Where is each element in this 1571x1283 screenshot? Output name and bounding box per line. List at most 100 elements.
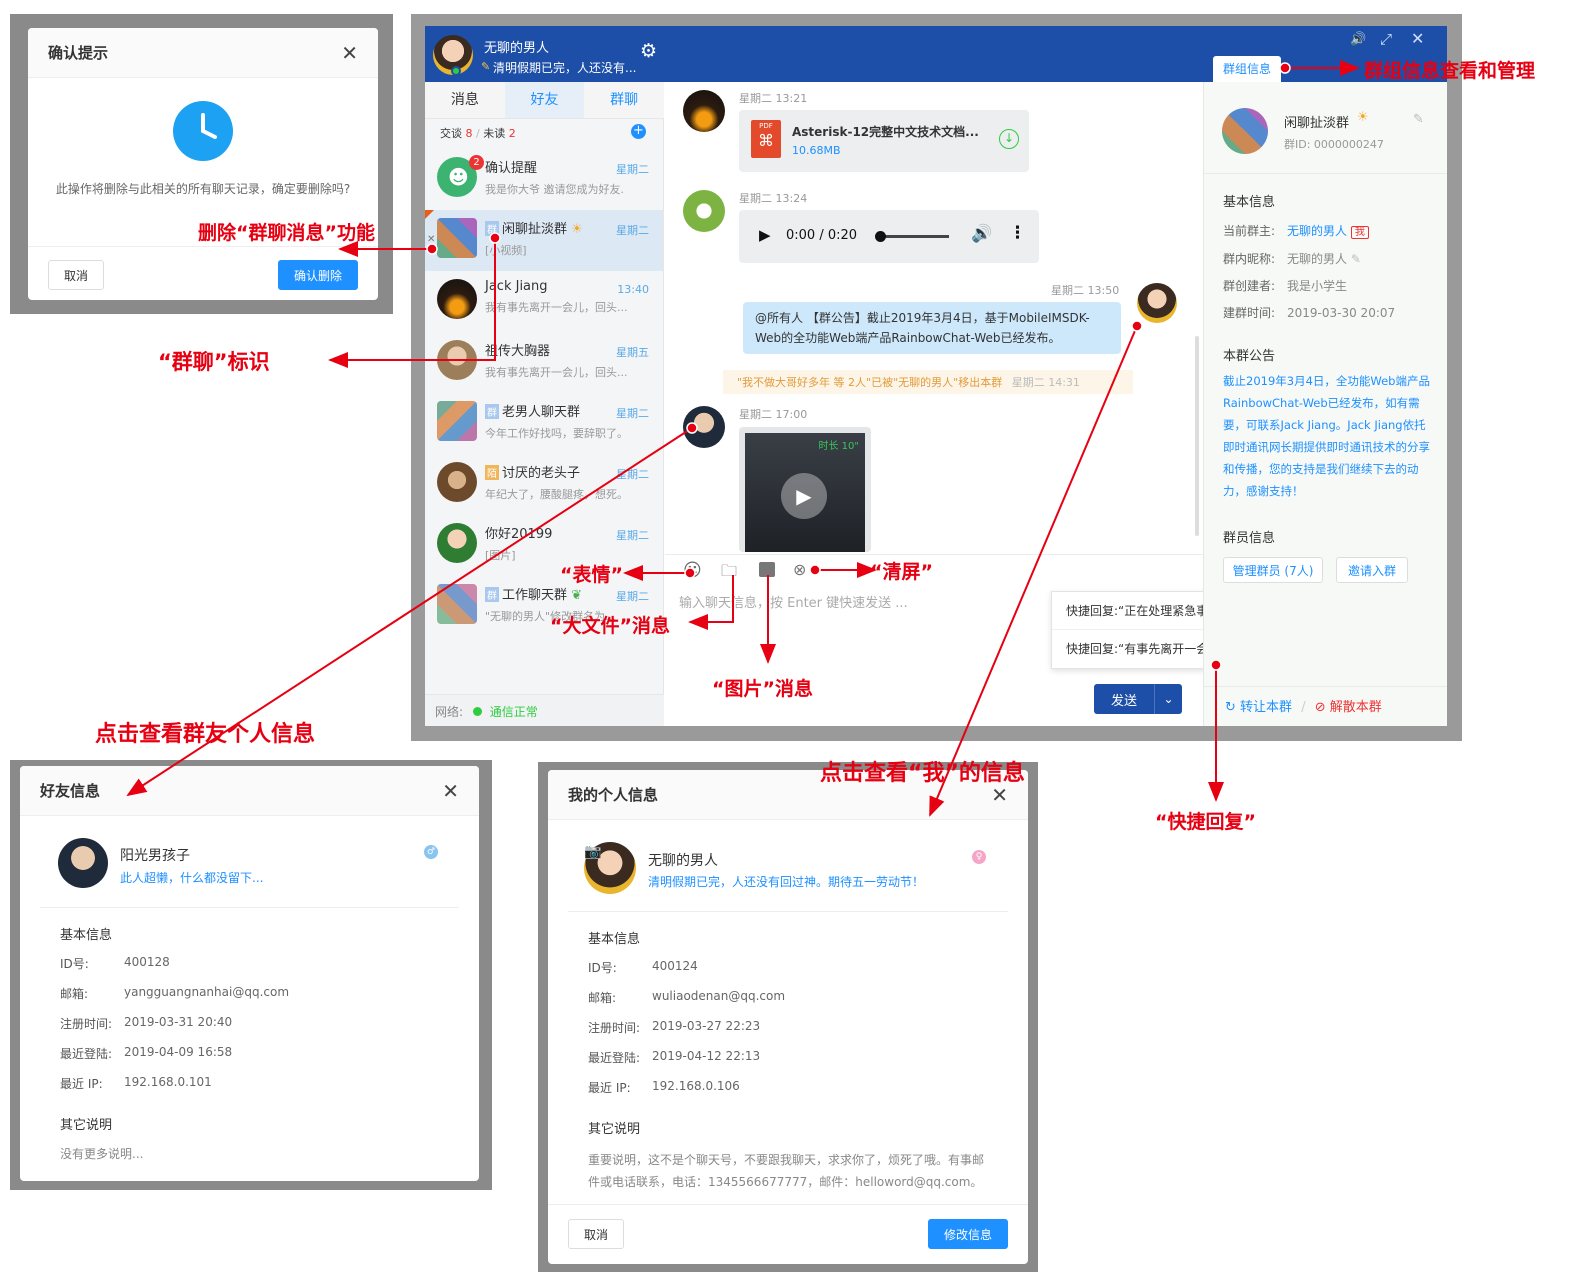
tab-messages[interactable]: 消息 (425, 82, 505, 118)
counts-bar: 交谈 8 / 未读 2 (440, 125, 516, 141)
file-message[interactable]: PDF ⌘ Asterisk-12完整中文技术文档... 10.68MB ↓ (739, 110, 1029, 172)
annotation-image: “图片”消息 (712, 678, 813, 700)
conversation-name: 闲聊扯淡群 (502, 222, 568, 237)
annotation-delete: 删除“群聊消息”功能 (198, 222, 375, 244)
group-avatar (437, 584, 477, 624)
sender-avatar[interactable] (683, 190, 725, 232)
edit-nickname-icon[interactable]: ✎ (1351, 252, 1361, 266)
play-icon[interactable]: ▶ (759, 226, 771, 244)
conversation-item[interactable]: 陌讨厌的老头子 年纪大了，腰酸腿疼，想死。 星期二 (425, 454, 663, 515)
image-icon[interactable] (759, 562, 775, 577)
camera-icon[interactable]: 📷 (584, 844, 601, 860)
more-options-icon[interactable]: ⋮ (1009, 223, 1026, 243)
close-icon[interactable]: ✕ (442, 779, 459, 803)
status-dot (472, 707, 482, 716)
friend-dialog-header: 好友信息 ✕ (20, 766, 479, 816)
conversation-item[interactable]: 你好20199 [图片] 星期二 (425, 515, 663, 576)
volume-icon[interactable]: 🔊 (1350, 32, 1366, 47)
my-message-avatar[interactable] (1137, 283, 1177, 323)
conversation-item[interactable]: ☻ 2 确认提醒 我是你大爷 邀请您成为好友. 星期二 (425, 149, 663, 210)
ban-icon: ⊘ (1314, 700, 1326, 715)
delete-conversation-icon[interactable]: ✕ (427, 234, 435, 245)
emoji-icon[interactable]: ☺ (683, 560, 702, 581)
close-icon[interactable]: ✕ (341, 41, 358, 65)
confirm-message: 此操作将删除与此相关的所有聊天记录，确定要删除吗? (55, 182, 351, 196)
conversation-item[interactable]: 祖传大胸器 我有事先离开一会儿，回头... 星期五 (425, 332, 663, 393)
conversation-preview: 今年工作好找吗，要辞职了。 (485, 427, 628, 440)
conversation-time: 星期二 (616, 590, 649, 603)
video-message[interactable]: 时长 10" ▶ (739, 427, 871, 552)
group-member-avatar[interactable] (683, 406, 725, 448)
settings-gear-icon[interactable]: ⚙ (640, 40, 657, 62)
clock-icon (173, 101, 233, 161)
speaker-icon[interactable]: 🔊 (971, 224, 992, 244)
transfer-group-link[interactable]: 转让本群 (1240, 700, 1292, 715)
conversation-time: 星期二 (616, 468, 649, 481)
confirm-dialog-title: 确认提示 (48, 44, 109, 62)
sender-avatar[interactable] (683, 90, 725, 132)
group-corner-flag (425, 210, 434, 219)
folder-icon[interactable]: 🗀 (721, 560, 737, 587)
conversation-item[interactable]: Jack Jiang 我有事先离开一会儿，回头... 13:40 (425, 271, 663, 332)
annotation-friend-info: 点击查看群友个人信息 (95, 722, 316, 747)
group-tag: 群 (485, 404, 499, 419)
friend-basic-title: 基本信息 (60, 928, 113, 943)
tab-friends[interactable]: 好友 (504, 82, 585, 118)
header-user-name[interactable]: 无聊的男人 (484, 37, 549, 56)
conversation-item-selected[interactable]: ✕ 群闲聊扯淡群 ☀ [小视频] 星期二 (425, 210, 663, 271)
sun-icon: ☀ (567, 222, 583, 237)
cancel-button[interactable]: 取消 (568, 1219, 624, 1249)
audio-message[interactable]: ▶ 0:00 / 0:20 🔊 ⋮ (739, 210, 1039, 263)
audio-progress[interactable] (875, 231, 949, 242)
dismiss-group-link[interactable]: 解散本群 (1330, 700, 1382, 715)
window-close-icon[interactable]: ✕ (1411, 29, 1424, 48)
fullscreen-icon[interactable]: ⤢ (1380, 30, 1392, 48)
add-icon[interactable]: + (631, 124, 646, 139)
annotation-emoji: “表情” (560, 564, 623, 586)
message-scrollbar[interactable] (1195, 336, 1199, 536)
edit-group-icon[interactable]: ✎ (1413, 112, 1424, 127)
send-button[interactable]: 发送 (1094, 684, 1154, 714)
video-play-icon[interactable]: ▶ (781, 473, 827, 519)
info-row: 注册时间: 2019-03-27 22:23 (588, 1019, 761, 1035)
conversation-item[interactable]: 群老男人聊天群 今年工作好找吗，要辞职了。 星期二 (425, 393, 663, 454)
download-icon[interactable]: ↓ (999, 129, 1019, 149)
owner-value[interactable]: 无聊的男人 (1287, 224, 1347, 238)
friend-other-text: 没有更多说明... (60, 1147, 144, 1161)
send-options-dropdown[interactable]: ⌄ (1154, 684, 1182, 714)
manage-members-button[interactable]: 管理群员 (7人) (1223, 557, 1323, 583)
conversation-preview: 我是你大爷 邀请您成为好友. (485, 183, 624, 196)
my-message-bubble[interactable]: @所有人 【群公告】截止2019年3月4日，基于MobileIMSDK-Web的… (743, 302, 1121, 354)
tab-groups[interactable]: 群聊 (584, 82, 664, 118)
group-info-tab[interactable]: 群组信息 (1213, 56, 1281, 82)
clear-screen-icon[interactable]: ⊗ (793, 560, 806, 579)
conversation-name: 讨厌的老头子 (502, 466, 581, 481)
group-tag: 群 (485, 587, 499, 602)
annotation-my-info: 点击查看“我”的信息 (820, 761, 1025, 786)
info-row: 最近 IP: 192.168.0.106 (588, 1079, 740, 1095)
notice-title: 本群公告 (1223, 349, 1276, 364)
me-tag: 我 (1350, 226, 1369, 239)
members-title: 群员信息 (1223, 531, 1276, 546)
group-notice: 截止2019年3月4日，全功能Web端产品RainbowChat-Web已经发布… (1223, 374, 1430, 498)
confirm-delete-button[interactable]: 确认删除 (278, 260, 358, 290)
invite-button[interactable]: 邀请入群 (1336, 557, 1408, 583)
info-row: 邮箱: yangguangnanhai@qq.com (60, 985, 290, 1001)
edit-profile-button[interactable]: 修改信息 (928, 1219, 1008, 1249)
network-value: 通信正常 (489, 705, 538, 719)
stranger-tag: 陌 (485, 465, 499, 480)
my-other-text: 重要说明，这不是个聊天号，不要跟我聊天，求求你了，烦死了哦。有事邮件或电话联系，… (588, 1153, 985, 1189)
talk-count: 8 (465, 127, 473, 140)
friend-other-title: 其它说明 (60, 1118, 113, 1133)
system-notice: "我不做大哥好多年 等 2人"已被"无聊的男人"移出本群 星期二 14:31 (723, 370, 1133, 394)
annotation-bigfile: “大文件”消息 (550, 615, 670, 637)
send-button-group: 发送 ⌄ (1094, 684, 1182, 714)
system-notice-time: 星期二 14:31 (1011, 376, 1080, 389)
header-signature[interactable]: 清明假期已完，人还没有... (493, 59, 636, 76)
male-gender-icon: ♂ (424, 845, 438, 859)
pdf-icon-label: PDF (759, 122, 773, 130)
pencil-icon: ✎ (481, 60, 491, 73)
cancel-button[interactable]: 取消 (48, 260, 104, 290)
friend-avatar (437, 279, 477, 319)
my-info-dialog: 我的个人信息 ✕ 📷 无聊的男人 清明假期已完，人还没有回过神。期待五一劳动节！… (548, 770, 1028, 1264)
